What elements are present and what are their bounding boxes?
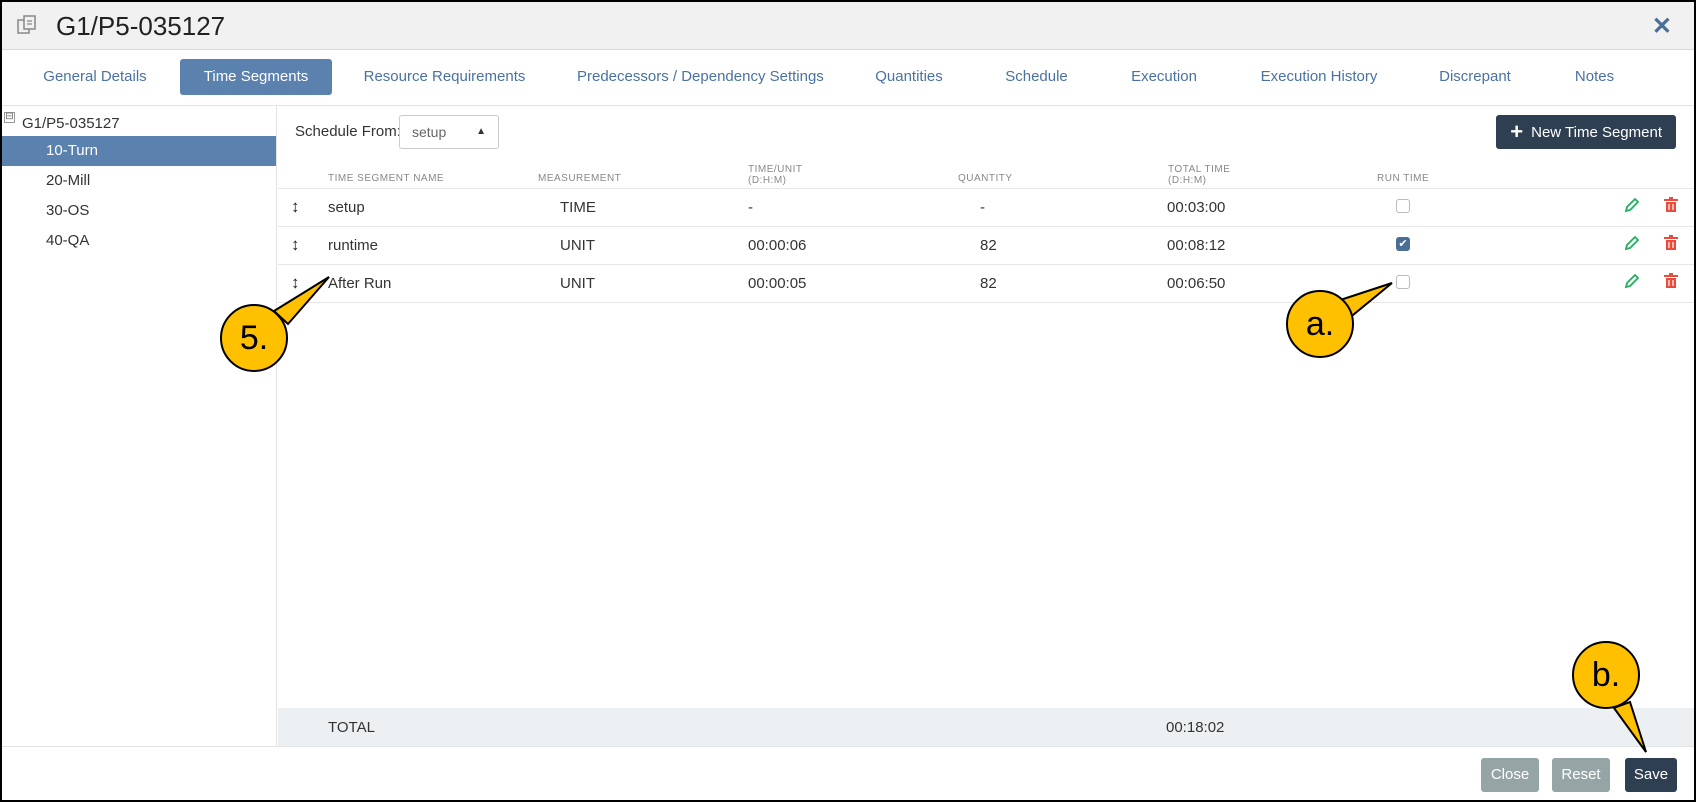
close-icon[interactable]: ✕: [1652, 12, 1672, 41]
tree-item-10-turn[interactable]: 10-Turn: [2, 136, 276, 166]
reset-button[interactable]: Reset: [1552, 758, 1610, 792]
divider: [278, 302, 1694, 303]
drag-handle-icon[interactable]: ↕: [291, 197, 300, 217]
drag-handle-icon[interactable]: ↕: [291, 235, 300, 255]
table-row: ↕ runtime UNIT 00:00:06 82 00:08:12 ✔: [278, 227, 1694, 264]
tree-item-30-os[interactable]: 30-OS: [2, 196, 276, 226]
window-title: G1/P5-035127: [56, 11, 226, 41]
segment-time-unit: 00:00:05: [748, 275, 807, 292]
drag-handle-icon[interactable]: ↕: [291, 273, 300, 293]
time-segments-panel: Schedule From: setup ▲ + New Time Segment…: [278, 106, 1694, 746]
callout-b: b.: [1572, 641, 1640, 709]
delete-trash-icon[interactable]: [1664, 273, 1678, 289]
col-header-quantity: QUANTITY: [958, 173, 1013, 184]
dialog-footer: Close Reset Save: [2, 746, 1694, 800]
edit-pencil-icon[interactable]: [1624, 197, 1640, 213]
delete-trash-icon[interactable]: [1664, 235, 1678, 251]
col-header-time-unit-line1: TIME/UNIT: [748, 164, 803, 175]
copy-icon: [17, 15, 36, 34]
schedule-from-label: Schedule From:: [295, 123, 401, 140]
tab-predecessors[interactable]: Predecessors / Dependency Settings: [577, 59, 824, 95]
callout-step-5: 5.: [220, 304, 288, 372]
operation-tree: ⊟ G1/P5-035127 10-Turn 20-Mill 30-OS 40-…: [2, 106, 277, 746]
tab-bar: General Details Time Segments Resource R…: [2, 50, 1694, 106]
col-header-total-time-line1: TOTAL TIME: [1168, 164, 1231, 175]
segment-quantity: -: [980, 199, 985, 216]
tab-discrepant[interactable]: Discrepant: [1430, 59, 1520, 95]
segment-measurement: TIME: [560, 199, 596, 216]
tab-general-details[interactable]: General Details: [30, 59, 160, 95]
schedule-from-select[interactable]: setup ▲: [399, 115, 499, 149]
segment-measurement: UNIT: [560, 237, 595, 254]
sort-arrows-icon: ▲: [476, 126, 486, 137]
tab-quantities[interactable]: Quantities: [864, 59, 954, 95]
segment-name: setup: [328, 199, 365, 216]
segment-measurement: UNIT: [560, 275, 595, 292]
segment-quantity: 82: [980, 237, 997, 254]
tab-schedule[interactable]: Schedule: [999, 59, 1074, 95]
col-header-measurement: MEASUREMENT: [538, 173, 622, 184]
plus-icon: +: [1510, 119, 1524, 144]
save-button[interactable]: Save: [1625, 758, 1677, 792]
run-time-checkbox[interactable]: [1396, 275, 1410, 289]
segment-total-time: 00:06:50: [1167, 275, 1226, 292]
col-header-time-unit: TIME/UNIT (D:H:M): [748, 164, 803, 186]
tree-item-40-qa[interactable]: 40-QA: [2, 226, 276, 256]
segment-time-unit: 00:00:06: [748, 237, 807, 254]
segment-name: runtime: [328, 237, 379, 254]
col-header-total-time: TOTAL TIME (D:H:M): [1168, 164, 1230, 186]
edit-pencil-icon[interactable]: [1624, 235, 1640, 251]
schedule-from-value: setup: [412, 124, 447, 140]
tab-time-segments[interactable]: Time Segments: [180, 59, 332, 95]
tab-notes[interactable]: Notes: [1567, 59, 1622, 95]
col-header-name: TIME SEGMENT NAME: [328, 173, 445, 184]
title-bar: G1/P5-035127 ✕: [2, 2, 1694, 50]
total-label: TOTAL: [328, 719, 375, 736]
total-value: 00:18:02: [1166, 719, 1225, 736]
segment-quantity: 82: [980, 275, 997, 292]
segment-time-unit: -: [748, 199, 753, 216]
segment-total-time: 00:03:00: [1167, 199, 1226, 216]
new-time-segment-label: New Time Segment: [1531, 124, 1662, 141]
tab-execution[interactable]: Execution: [1120, 59, 1208, 95]
tree-item-20-mill[interactable]: 20-Mill: [2, 166, 276, 196]
table-row: ↕ setup TIME - - 00:03:00: [278, 189, 1694, 226]
col-header-total-time-line2: (D:H:M): [1168, 175, 1207, 186]
segment-name: After Run: [328, 275, 392, 292]
segment-total-time: 00:08:12: [1167, 237, 1226, 254]
total-row: TOTAL 00:18:02: [278, 708, 1694, 746]
collapse-icon[interactable]: ⊟: [4, 112, 15, 123]
edit-pencil-icon[interactable]: [1624, 273, 1640, 289]
close-button[interactable]: Close: [1481, 758, 1539, 792]
run-time-checkbox[interactable]: ✔: [1396, 237, 1410, 251]
new-time-segment-button[interactable]: + New Time Segment: [1496, 115, 1676, 149]
tree-root-label: G1/P5-035127: [22, 115, 120, 132]
tab-execution-history[interactable]: Execution History: [1254, 59, 1384, 95]
table-row: ↕ After Run UNIT 00:00:05 82 00:06:50: [278, 265, 1694, 302]
col-header-time-unit-line2: (D:H:M): [748, 175, 787, 186]
callout-a: a.: [1286, 290, 1354, 358]
col-header-run-time: RUN TIME: [1377, 173, 1430, 184]
dialog-window: G1/P5-035127 ✕ General Details Time Segm…: [0, 0, 1696, 802]
delete-trash-icon[interactable]: [1664, 197, 1678, 213]
run-time-checkbox[interactable]: [1396, 199, 1410, 213]
tab-resource-requirements[interactable]: Resource Requirements: [362, 59, 527, 95]
